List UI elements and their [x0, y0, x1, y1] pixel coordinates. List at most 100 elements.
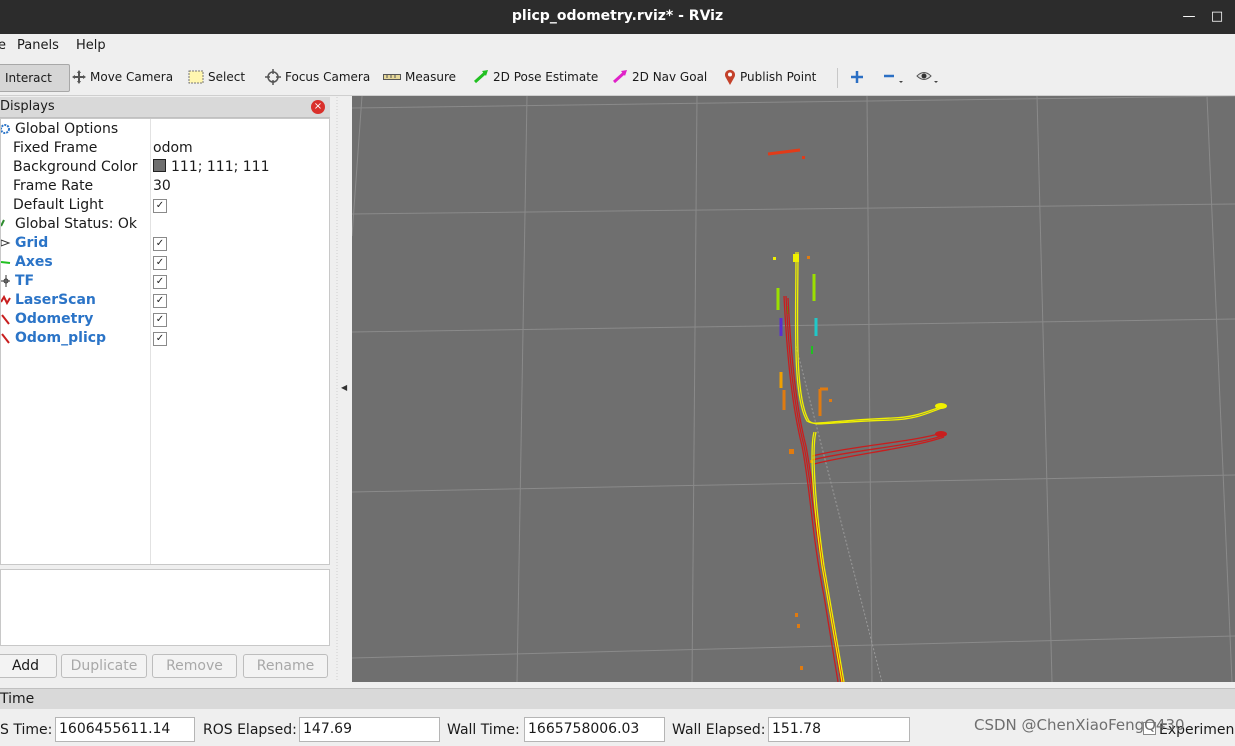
add-button[interactable]: Add: [0, 654, 57, 678]
wall-time-field[interactable]: 1665758006.03: [524, 717, 665, 742]
wall-elapsed-field[interactable]: 151.78: [768, 717, 910, 742]
tree-row-fixed-frame[interactable]: Fixed Frame odom: [1, 139, 329, 158]
select-icon: [188, 70, 204, 84]
time-title: Time: [0, 691, 35, 707]
maximize-button[interactable]: □: [1208, 8, 1226, 26]
frame-rate-label: Frame Rate: [13, 178, 94, 194]
ros-time-label: S Time:: [0, 722, 53, 738]
panels-view-button[interactable]: [914, 64, 946, 90]
pose-estimate-label: 2D Pose Estimate: [493, 70, 599, 84]
laserscan-label: LaserScan: [15, 292, 96, 308]
tree-row-frame-rate[interactable]: Frame Rate 30: [1, 177, 329, 196]
duplicate-button[interactable]: Duplicate: [61, 654, 147, 678]
nav-goal-tool[interactable]: 2D Nav Goal: [610, 64, 709, 90]
ros-time-field[interactable]: 1606455611.14: [55, 717, 195, 742]
odom-plicp-yellow-path: [794, 251, 947, 682]
odometry-icon: [1, 312, 11, 330]
move-camera-tool[interactable]: Move Camera: [70, 64, 175, 90]
odom-plicp-checkbox[interactable]: ✓: [153, 332, 167, 346]
move-camera-label: Move Camera: [90, 70, 174, 84]
menu-help[interactable]: Help: [76, 38, 106, 53]
interact-tool[interactable]: Interact: [0, 64, 70, 92]
eye-icon: [916, 69, 940, 85]
tree-row-odometry[interactable]: Odometry ✓: [1, 310, 329, 329]
menu-file[interactable]: e: [0, 38, 6, 53]
scan-points: [767, 148, 832, 670]
select-tool[interactable]: Select: [186, 64, 247, 90]
gear-icon: [0, 122, 13, 140]
focus-camera-icon: [265, 69, 281, 85]
displays-tree: Global Options Fixed Frame odom Backgrou…: [0, 118, 330, 565]
remove-button[interactable]: Remove: [152, 654, 237, 678]
window-title: plicp_odometry.rviz* - RViz: [511, 8, 724, 24]
background-color-label: Background Color: [13, 159, 138, 175]
odometry-checkbox[interactable]: ✓: [153, 313, 167, 327]
publish-point-tool[interactable]: Publish Point: [722, 64, 818, 90]
tf-checkbox[interactable]: ✓: [153, 275, 167, 289]
green-arrow-icon: [473, 70, 489, 84]
default-light-checkbox[interactable]: ✓: [153, 199, 167, 213]
fixed-frame-label: Fixed Frame: [13, 140, 98, 156]
magenta-arrow-icon: [612, 70, 628, 84]
red-path-end: [935, 431, 947, 437]
wall-elapsed-label: Wall Elapsed:: [672, 722, 766, 738]
tree-row-axes[interactable]: Axes ✓: [0, 253, 329, 273]
tree-row-grid[interactable]: Grid ✓: [0, 234, 329, 254]
tree-row-laserscan[interactable]: LaserScan ✓: [0, 291, 329, 311]
scene: [352, 96, 1235, 682]
pose-estimate-tool[interactable]: 2D Pose Estimate: [471, 64, 600, 90]
time-panel-header: Time: [0, 688, 1235, 710]
wall-time-label: Wall Time:: [447, 722, 520, 738]
yellow-path-end: [935, 403, 947, 409]
measure-label: Measure: [405, 70, 456, 84]
ok-check-icon: [0, 217, 11, 235]
focus-camera-label: Focus Camera: [285, 70, 371, 84]
nav-goal-label: 2D Nav Goal: [632, 70, 708, 84]
title-bar: plicp_odometry.rviz* - RViz — □: [0, 0, 1235, 34]
remove-tool-button[interactable]: [880, 64, 910, 90]
toolbar-separator: [837, 68, 838, 88]
displays-title: Displays: [0, 99, 55, 114]
publish-point-label: Publish Point: [740, 70, 817, 84]
interact-label: Interact: [5, 71, 52, 85]
collapse-arrow-icon[interactable]: ◀: [341, 383, 347, 392]
measure-tool[interactable]: Measure: [381, 64, 458, 90]
focus-camera-tool[interactable]: Focus Camera: [263, 64, 372, 90]
add-tool-button[interactable]: [848, 64, 870, 90]
minimize-button[interactable]: —: [1180, 8, 1198, 26]
laserscan-checkbox[interactable]: ✓: [153, 294, 167, 308]
axes-label: Axes: [15, 254, 53, 270]
plus-icon: [850, 70, 864, 84]
grid-label: Grid: [15, 235, 49, 251]
laserscan-icon: [0, 293, 11, 311]
tree-row-tf[interactable]: TF ✓: [1, 272, 329, 291]
menu-panels[interactable]: Panels: [17, 38, 59, 53]
map-pin-icon: [724, 69, 736, 85]
close-icon[interactable]: ×: [311, 100, 325, 114]
panel-splitter[interactable]: ◀: [334, 97, 352, 682]
tree-row-default-light[interactable]: Default Light ✓: [1, 196, 329, 215]
3d-viewport[interactable]: [352, 96, 1235, 682]
tree-row-background-color[interactable]: Background Color 111; 111; 111: [1, 158, 329, 177]
fixed-frame-value[interactable]: odom: [153, 140, 193, 156]
background-color-value[interactable]: 111; 111; 111: [153, 159, 270, 175]
global-status-label: Global Status: Ok: [15, 216, 138, 232]
tree-row-global-options[interactable]: Global Options: [0, 120, 329, 140]
tree-row-global-status[interactable]: Global Status: Ok: [0, 215, 329, 235]
tf-label: TF: [15, 273, 35, 289]
axes-checkbox[interactable]: ✓: [153, 256, 167, 270]
tree-row-odom-plicp[interactable]: Odom_plicp ✓: [1, 329, 329, 348]
axes-icon: [0, 255, 11, 273]
watermark: CSDN @ChenXiaoFengQ430: [974, 716, 1185, 734]
grid-checkbox[interactable]: ✓: [153, 237, 167, 251]
grid-icon: [0, 236, 11, 254]
rename-button[interactable]: Rename: [243, 654, 328, 678]
odom-plicp-label: Odom_plicp: [15, 330, 107, 346]
frame-rate-value[interactable]: 30: [153, 178, 171, 194]
tf-icon: [1, 274, 11, 292]
menu-bar: e Panels Help: [0, 34, 1235, 58]
default-light-label: Default Light: [13, 197, 104, 213]
move-camera-icon: [72, 70, 86, 84]
ros-elapsed-field[interactable]: 147.69: [299, 717, 440, 742]
description-box: [0, 569, 330, 646]
